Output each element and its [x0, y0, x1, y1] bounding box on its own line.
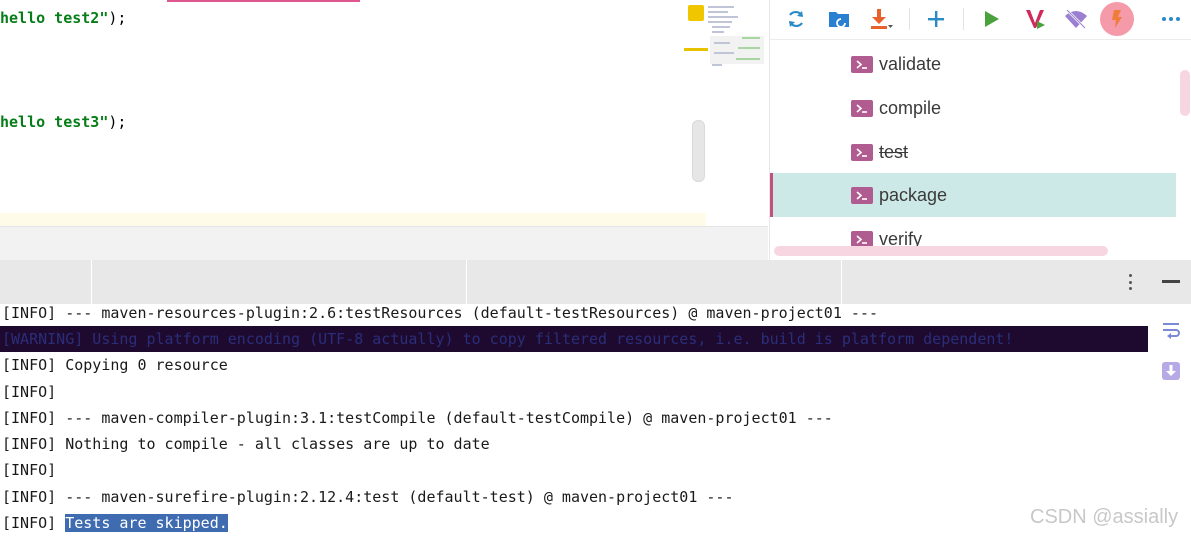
current-line-highlight: [0, 213, 706, 226]
code-token: );: [108, 9, 127, 27]
terminal-icon: [851, 55, 873, 73]
console-line: [INFO] Tests are skipped.: [2, 512, 228, 534]
console-line: [INFO]: [2, 461, 57, 479]
maven-v-icon[interactable]: [1018, 2, 1052, 36]
code-line[interactable]: hello test3");: [0, 111, 126, 133]
run-tab[interactable]: [0, 260, 92, 304]
goal-label: compile: [879, 97, 942, 118]
folder-sync-icon[interactable]: [822, 2, 856, 36]
lifecycle-goal-package[interactable]: package: [770, 173, 1176, 217]
soft-wrap-icon[interactable]: [1160, 319, 1182, 341]
goal-label: test: [879, 141, 909, 162]
editor-horizontal-area: [0, 226, 768, 260]
run-tool-window-header: [0, 260, 1191, 304]
warning-marker-icon[interactable]: [688, 5, 704, 21]
scroll-to-end-icon[interactable]: [1160, 360, 1182, 382]
console-line: [INFO] --- maven-resources-plugin:2.6:te…: [2, 304, 878, 322]
console-line: [INFO] Nothing to compile - all classes …: [2, 435, 490, 453]
code-line[interactable]: hello test2");: [0, 7, 126, 29]
download-icon[interactable]: [864, 2, 898, 36]
watermark: CSDN @assially: [1030, 506, 1179, 528]
string-literal: hello test2": [0, 9, 109, 27]
maven-horizontal-scrollbar[interactable]: [774, 246, 1108, 256]
console-warning-line: [WARNING] Using platform encoding (UTF-8…: [2, 330, 1014, 348]
code-editor[interactable]: hello test2"); hello test3");: [0, 0, 768, 226]
run-tab[interactable]: [467, 260, 842, 304]
lifecycle-goal-compile[interactable]: compile: [770, 86, 1176, 130]
lifecycle-goal-test[interactable]: test: [770, 130, 1176, 174]
console-line: [INFO] --- maven-surefire-plugin:2.12.4:…: [2, 488, 734, 506]
maven-tool-window: validate compile test package verify: [769, 0, 1191, 260]
goal-label: package: [879, 184, 948, 205]
selected-text[interactable]: Tests are skipped.: [65, 514, 228, 532]
options-menu-icon[interactable]: [1122, 272, 1138, 292]
terminal-icon: [851, 186, 873, 204]
play-icon[interactable]: [974, 2, 1008, 36]
console-line: [INFO] --- maven-compiler-plugin:3.1:tes…: [2, 409, 833, 427]
minimize-icon[interactable]: [1162, 280, 1180, 283]
terminal-icon: [851, 143, 873, 161]
plus-icon[interactable]: [919, 2, 953, 36]
maven-vertical-scrollbar[interactable]: [1180, 70, 1190, 116]
lifecycle-goal-validate[interactable]: validate: [770, 42, 1176, 86]
run-tab[interactable]: [92, 260, 467, 304]
goal-label: validate: [879, 53, 942, 74]
log-prefix: [INFO]: [2, 514, 66, 532]
console-output[interactable]: [INFO] --- maven-resources-plugin:2.6:te…: [0, 304, 1150, 538]
terminal-icon: [851, 99, 873, 117]
reload-icon[interactable]: [779, 2, 813, 36]
console-line: [INFO] Copying 0 resource: [2, 356, 228, 374]
console-line: [INFO]: [2, 383, 57, 401]
maven-toolbar: [770, 0, 1191, 40]
change-marker: [684, 48, 708, 51]
code-token: );: [108, 113, 127, 131]
editor-scrollbar[interactable]: [692, 120, 705, 182]
error-underline: [167, 0, 360, 2]
minimap[interactable]: [708, 4, 764, 76]
string-literal: hello test3": [0, 113, 109, 131]
lightning-icon: [1100, 2, 1134, 36]
terminal-icon: [851, 230, 873, 248]
skip-tests-toggle[interactable]: [1100, 2, 1134, 36]
more-horizontal-icon[interactable]: [1154, 2, 1188, 36]
wifi-off-icon[interactable]: [1059, 2, 1093, 36]
